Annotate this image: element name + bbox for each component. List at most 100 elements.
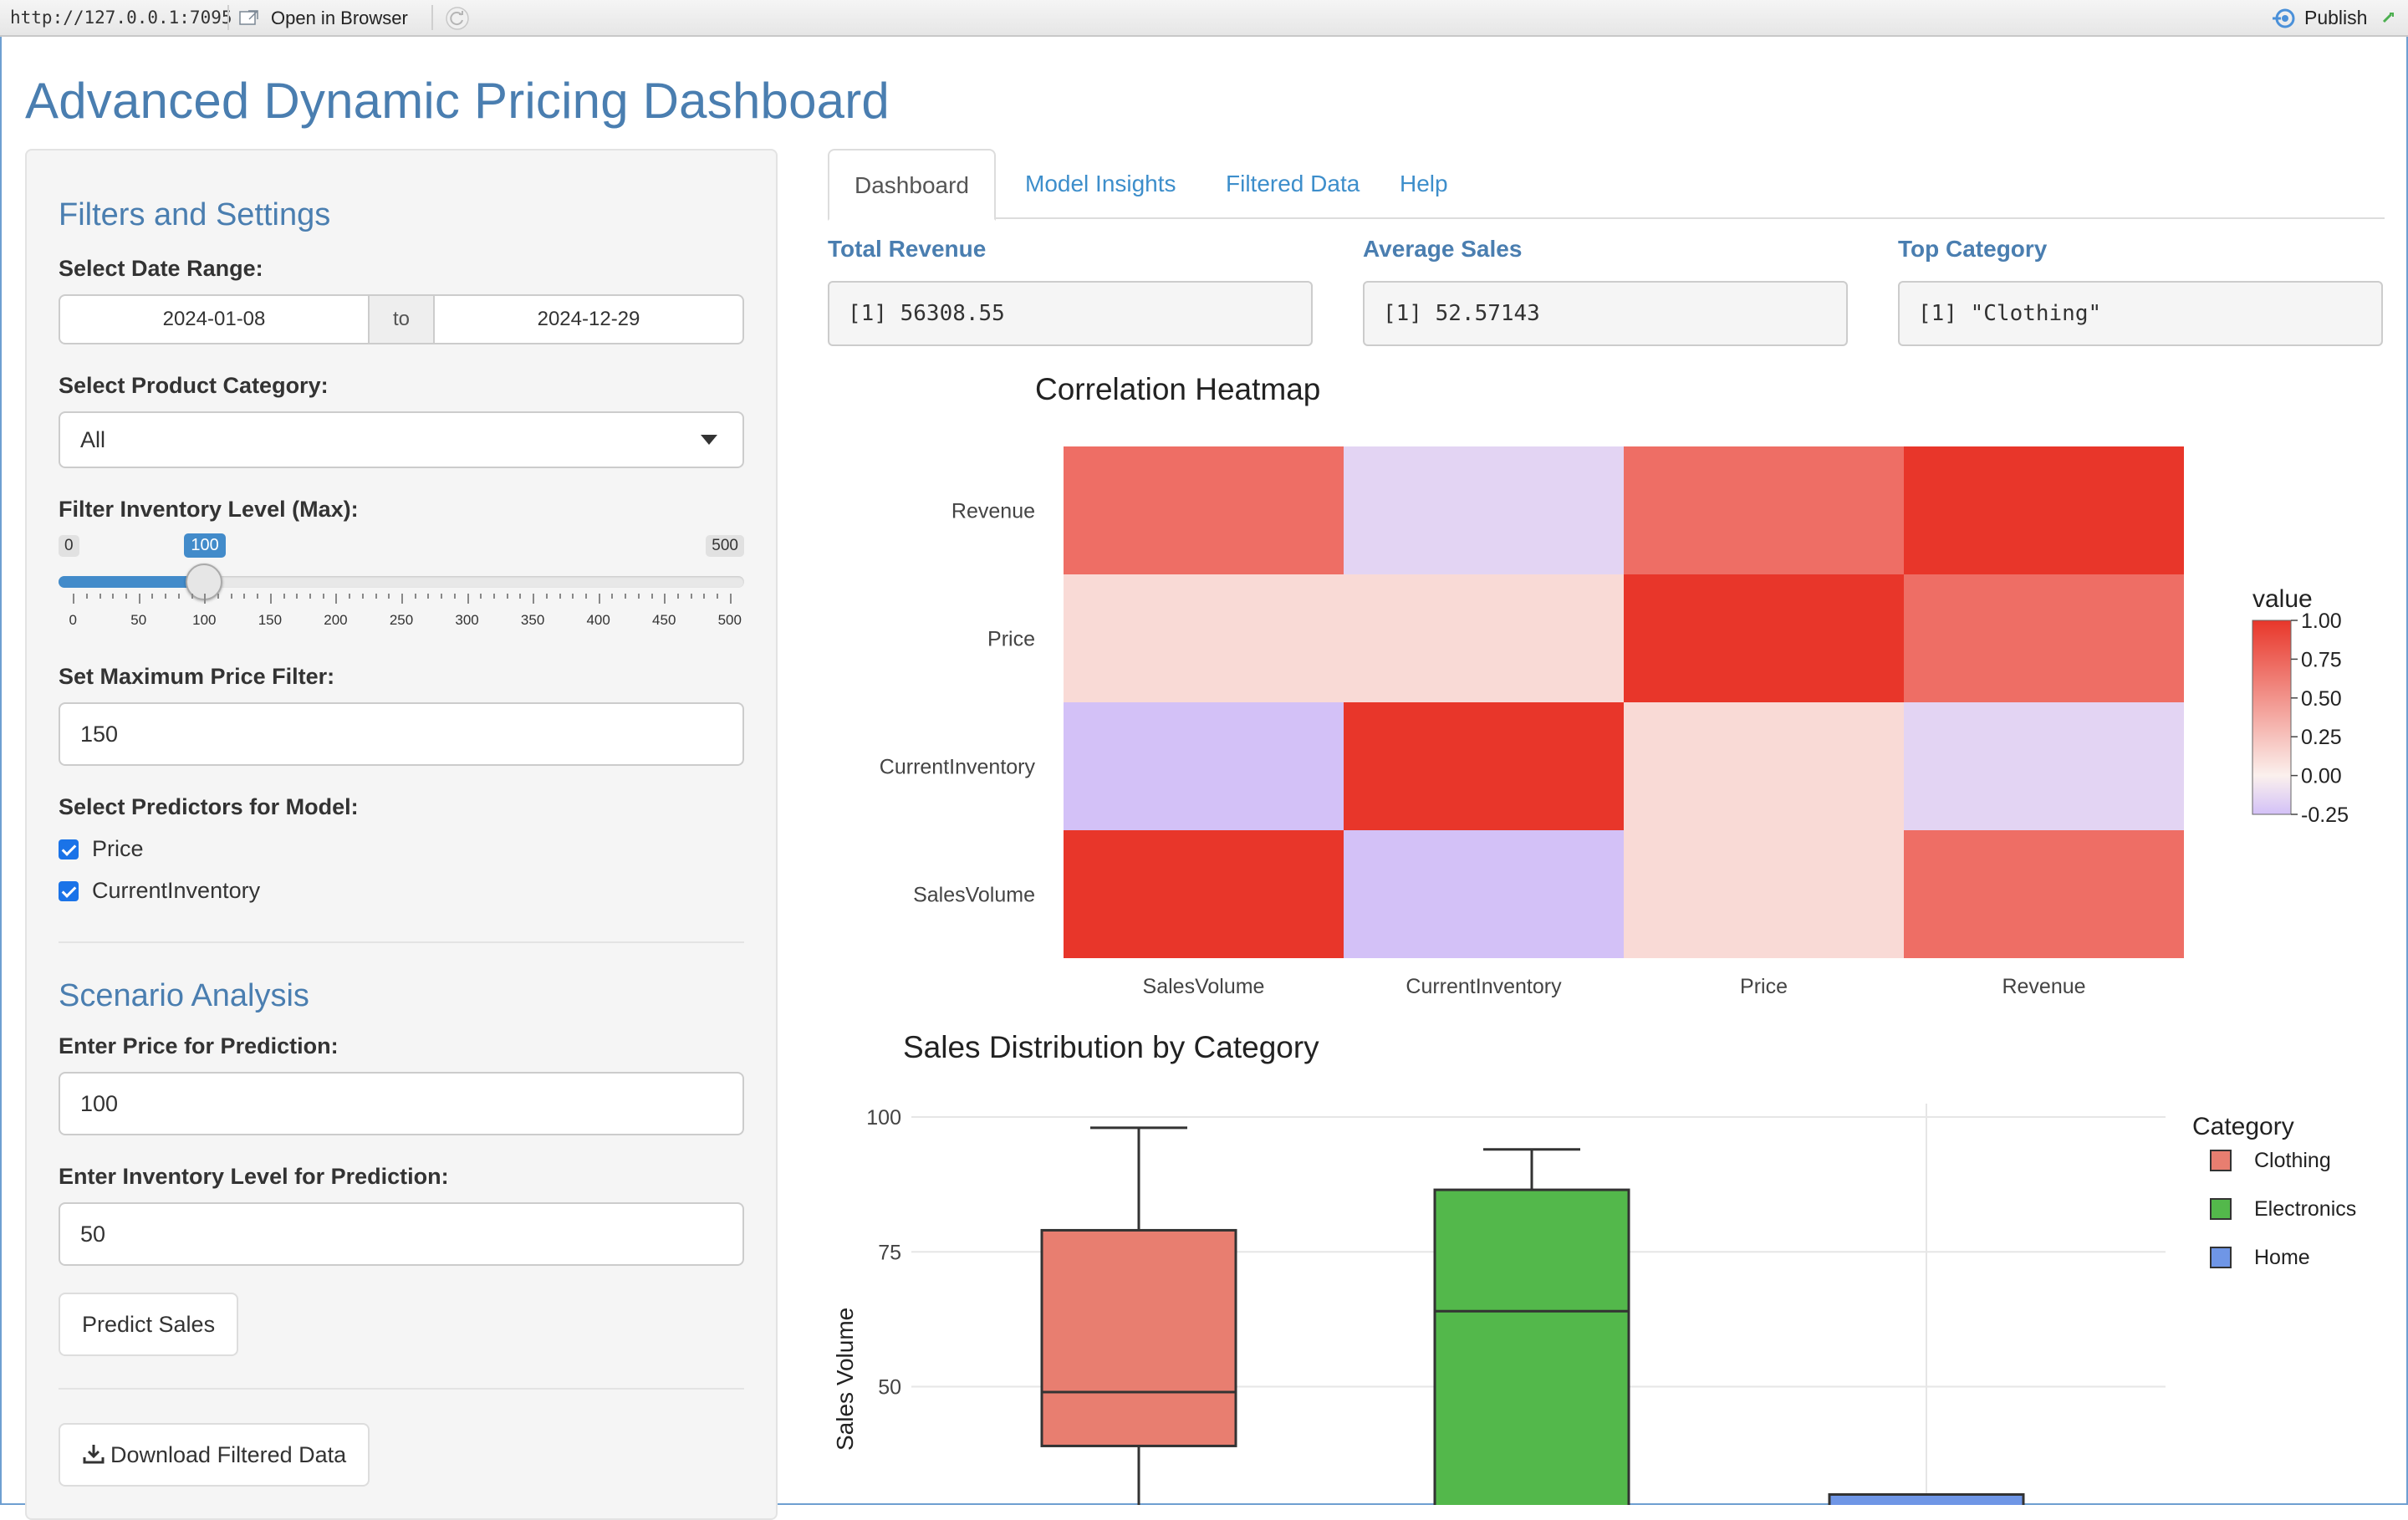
slider-minor-tick xyxy=(125,594,128,599)
predictor-label: Price xyxy=(92,836,144,861)
legend-swatch xyxy=(2210,1247,2232,1268)
slider-tick-label: 100 xyxy=(192,612,217,628)
download-button[interactable]: Download Filtered Data xyxy=(59,1423,370,1487)
heatmap-cell xyxy=(1344,702,1624,830)
colorbar-tick-label: 1.00 xyxy=(2301,610,2342,633)
checkbox-checked-icon[interactable] xyxy=(59,839,79,859)
scenario-heading: Scenario Analysis xyxy=(59,978,309,1013)
heatmap-y-label: Revenue xyxy=(951,500,1035,523)
tab-help[interactable]: Help xyxy=(1375,149,1473,219)
heatmap-x-label: SalesVolume xyxy=(1143,975,1265,998)
filters-heading: Filters and Settings xyxy=(59,197,331,232)
heatmap-title: Correlation Heatmap xyxy=(1035,372,1320,406)
slider-tick-label: 450 xyxy=(652,612,676,628)
heatmap-y-label: SalesVolume xyxy=(913,884,1035,907)
slider-minor-tick xyxy=(296,594,298,599)
slider-max-label: 500 xyxy=(706,535,744,557)
open-in-browser-button[interactable]: Open in Browser xyxy=(271,8,408,29)
publish-icon[interactable] xyxy=(2271,7,2299,30)
slider-minor-tick xyxy=(349,594,351,599)
viewer-toolbar: http://127.0.0.1:7095 Open in Browser Pu… xyxy=(0,0,2408,37)
open-browser-icon[interactable] xyxy=(239,9,259,26)
slider-minor-tick xyxy=(151,594,154,599)
top-category-label: Top Category xyxy=(1898,236,2048,262)
boxplot-title: Sales Distribution by Category xyxy=(903,1030,1319,1064)
slider-tick xyxy=(467,594,469,604)
slider-tick xyxy=(664,594,666,604)
slider-minor-tick xyxy=(584,594,587,599)
total-revenue-label: Total Revenue xyxy=(828,236,987,262)
slider-minor-tick xyxy=(611,594,614,599)
slider-tick xyxy=(533,594,535,604)
slider-minor-tick xyxy=(85,594,88,599)
slider-tick xyxy=(335,594,338,604)
slider-minor-tick xyxy=(177,594,180,599)
heatmap-x-label: Revenue xyxy=(2002,975,2085,998)
inventory-slider[interactable]: 0 500 100 0 50 100 150 200 250 300 350 400 450 500 xyxy=(59,533,744,628)
slider-minor-tick xyxy=(243,594,246,599)
slider-minor-tick xyxy=(453,594,456,599)
slider-fill xyxy=(59,576,205,588)
predict-sales-button[interactable]: Predict Sales xyxy=(59,1293,239,1356)
slider-minor-tick xyxy=(703,594,706,599)
legend-label: Clothing xyxy=(2254,1149,2331,1172)
inventory-pred-label: Enter Inventory Level for Prediction: xyxy=(59,1164,449,1189)
slider-minor-tick xyxy=(322,594,324,599)
publish-menu-icon[interactable] xyxy=(2381,10,2396,25)
heatmap-cell xyxy=(1904,702,2184,830)
legend-label: Electronics xyxy=(2254,1197,2356,1221)
heatmap-cell xyxy=(1344,574,1624,702)
slider-minor-tick xyxy=(572,594,574,599)
divider xyxy=(59,941,744,943)
checkbox-checked-icon[interactable] xyxy=(59,881,79,901)
slider-tick-label: 250 xyxy=(389,612,414,628)
predictor-label: CurrentInventory xyxy=(92,878,261,903)
category-select[interactable]: All xyxy=(59,411,744,468)
predictor-checkbox-price[interactable]: Price xyxy=(59,836,144,862)
inventory-pred-input[interactable]: 50 xyxy=(59,1202,744,1266)
heatmap-cell xyxy=(1904,446,2184,574)
slider-tick-label: 200 xyxy=(324,612,348,628)
tab-dashboard[interactable]: Dashboard xyxy=(828,149,996,221)
slider-min-label: 0 xyxy=(59,535,79,557)
y-tick-label: 50 xyxy=(878,1376,901,1400)
heatmap-cell xyxy=(1064,446,1344,574)
slider-tick-label: 150 xyxy=(258,612,283,628)
publish-button[interactable]: Publish xyxy=(2304,7,2367,29)
colorbar-tick-label: 0.50 xyxy=(2301,687,2342,711)
heatmap-y-label: CurrentInventory xyxy=(880,756,1036,779)
tab-model-insights[interactable]: Model Insights xyxy=(1000,149,1201,219)
slider-minor-tick xyxy=(427,594,430,599)
slider-tick xyxy=(269,594,272,604)
heatmap-cell xyxy=(1624,830,1904,958)
slider-minor-tick xyxy=(230,594,232,599)
slider-minor-tick xyxy=(506,594,508,599)
price-pred-label: Enter Price for Prediction: xyxy=(59,1033,339,1058)
start-date-input[interactable]: 2024-01-08 xyxy=(60,296,368,343)
slider-minor-tick xyxy=(625,594,627,599)
end-date-input[interactable]: 2024-12-29 xyxy=(435,296,742,343)
slider-minor-tick xyxy=(217,594,220,599)
price-filter-input[interactable]: 150 xyxy=(59,702,744,766)
inventory-slider-label: Filter Inventory Level (Max): xyxy=(59,497,359,522)
slider-tick xyxy=(729,594,732,604)
tab-filtered-data[interactable]: Filtered Data xyxy=(1201,149,1385,219)
colorbar-tick-label: 0.75 xyxy=(2301,648,2342,671)
refresh-icon[interactable] xyxy=(445,6,470,31)
price-filter-label: Set Maximum Price Filter: xyxy=(59,664,335,689)
toolbar-divider xyxy=(227,5,229,30)
slider-minor-tick xyxy=(690,594,692,599)
slider-minor-tick xyxy=(361,594,364,599)
sidebar-panel: Filters and Settings Select Date Range: … xyxy=(25,149,778,1520)
top-category-value: [1] "Clothing" xyxy=(1898,281,2383,346)
heatmap-cell xyxy=(1064,830,1344,958)
date-range-label: Select Date Range: xyxy=(59,256,263,281)
slider-minor-tick xyxy=(559,594,561,599)
slider-tick-label: 50 xyxy=(130,612,147,628)
slider-tick xyxy=(598,594,600,604)
total-revenue-value: [1] 56308.55 xyxy=(828,281,1313,346)
slider-minor-tick xyxy=(283,594,285,599)
slider-minor-tick xyxy=(492,594,495,599)
predictor-checkbox-inventory[interactable]: CurrentInventory xyxy=(59,878,260,904)
price-pred-input[interactable]: 100 xyxy=(59,1072,744,1135)
